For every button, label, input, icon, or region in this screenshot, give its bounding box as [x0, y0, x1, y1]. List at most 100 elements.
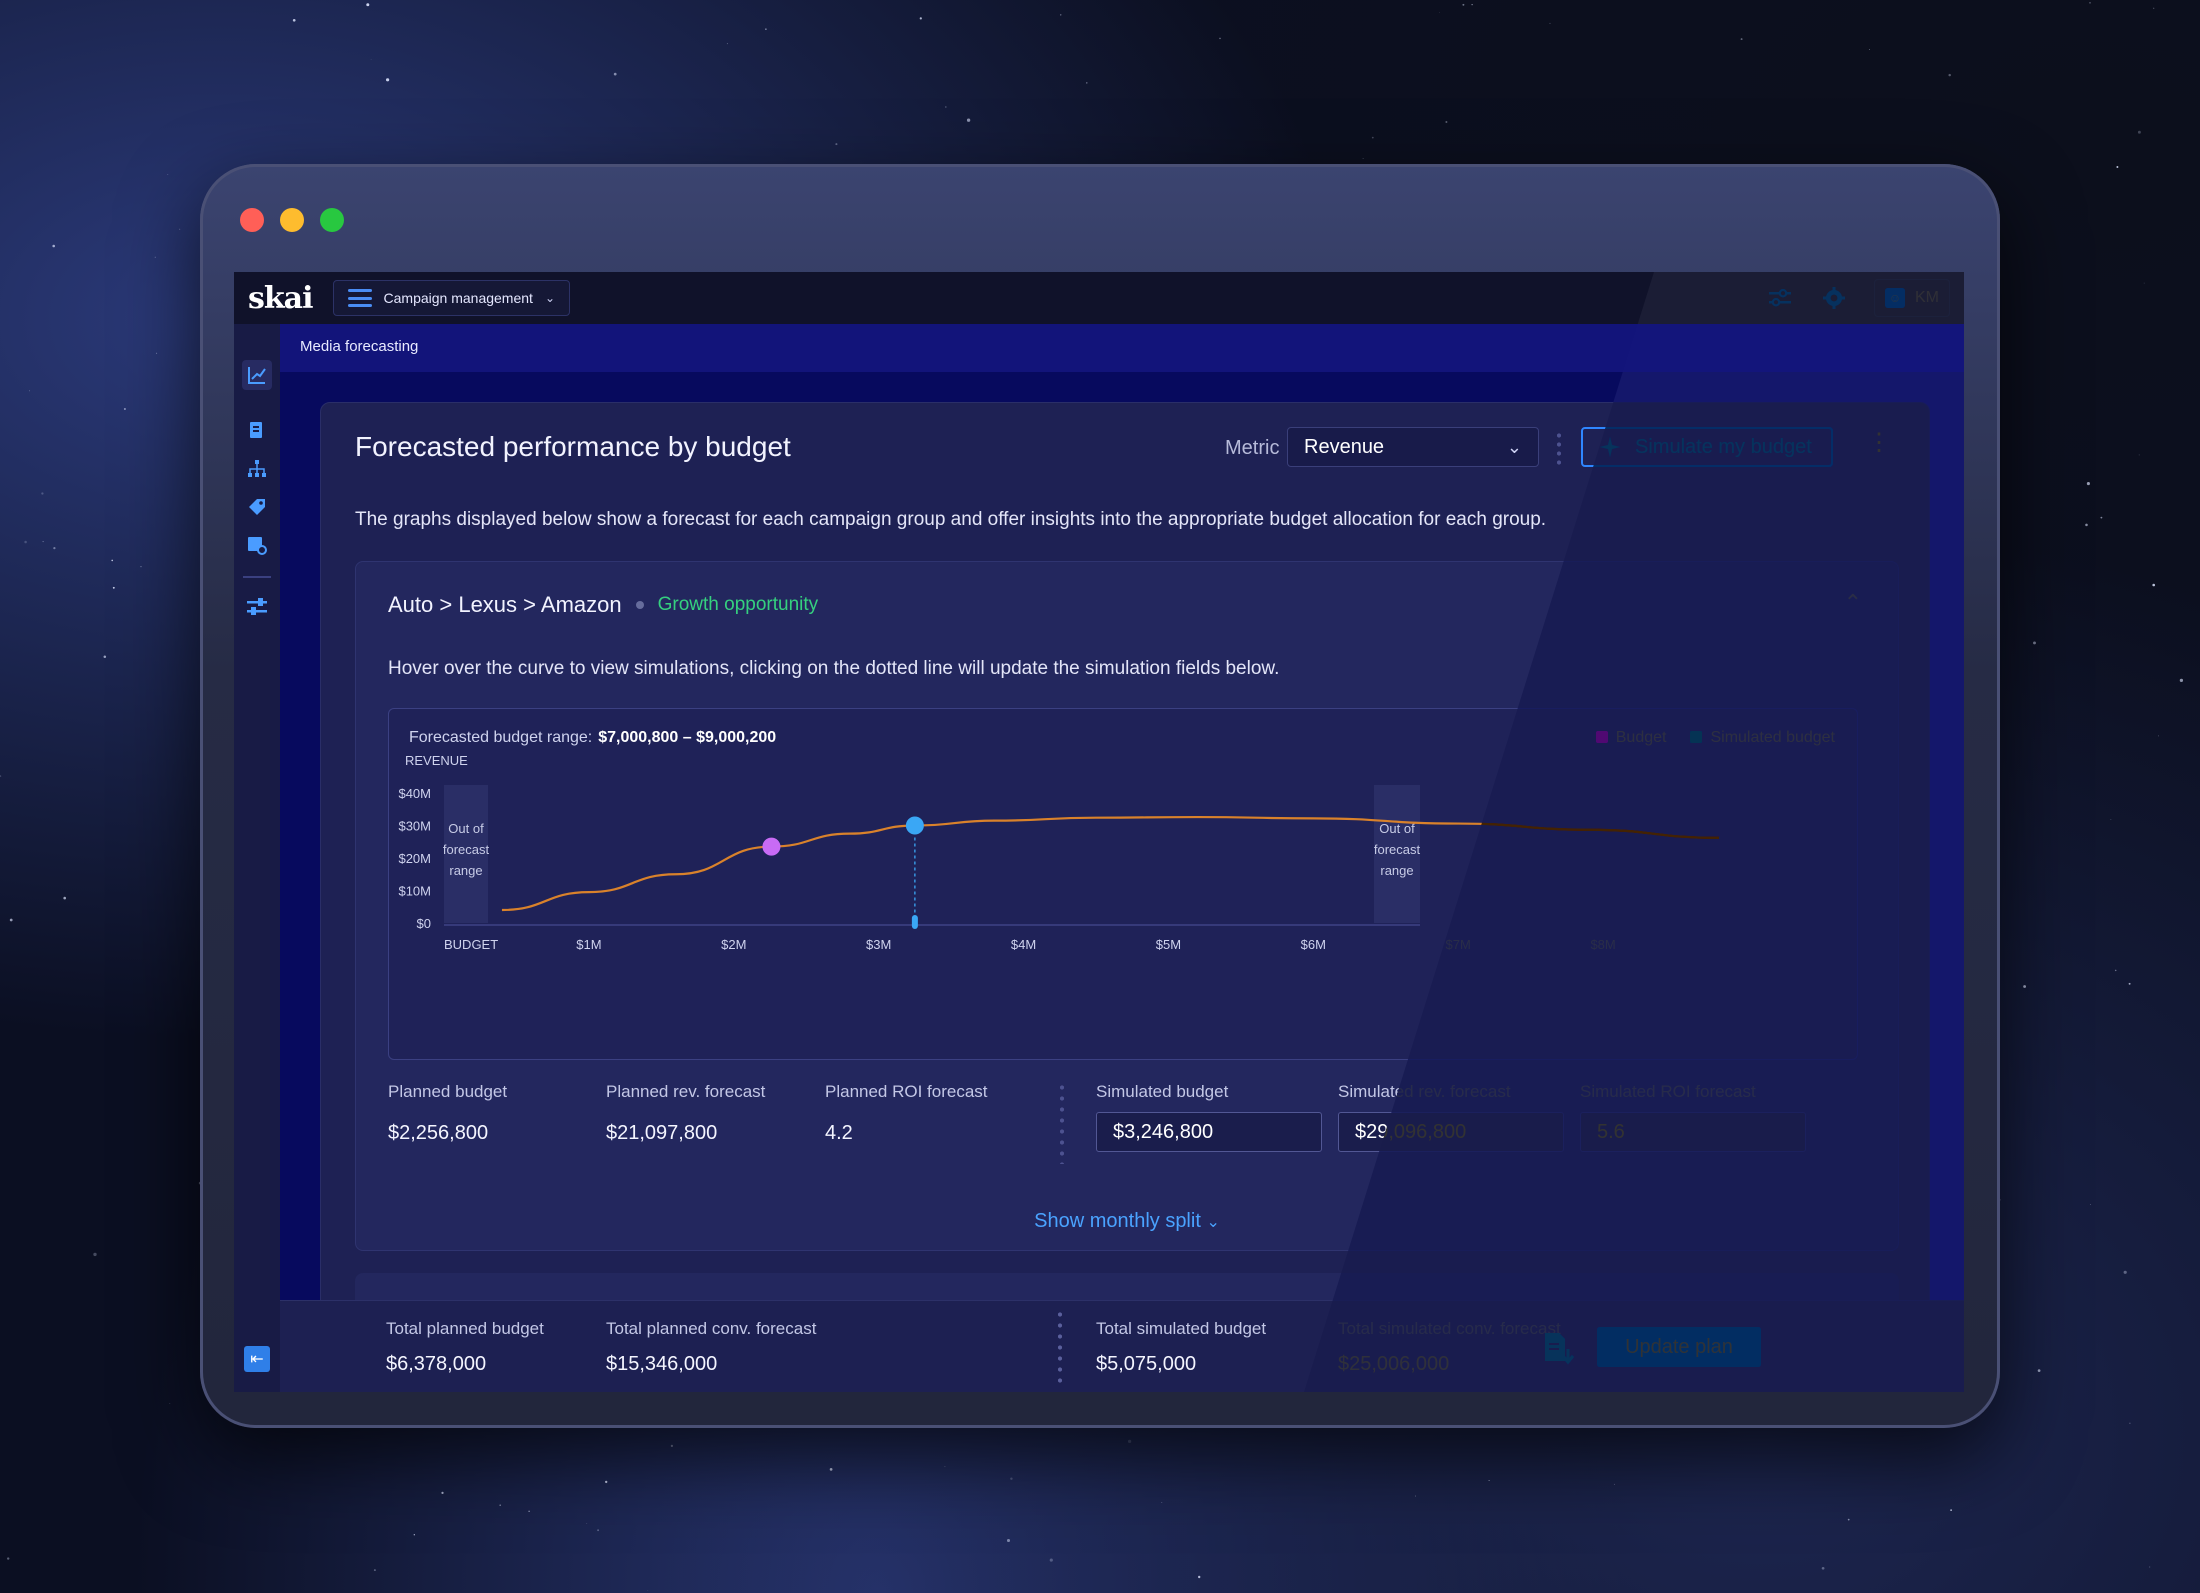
- star: [154, 256, 156, 258]
- total-simulated-conv-value: $25,006,000: [1338, 1353, 1450, 1375]
- x-tick-label: $8M: [1590, 937, 1615, 952]
- minimize-window-button[interactable]: [280, 208, 304, 232]
- chevron-down-icon: ⌄: [1506, 436, 1522, 457]
- star: [2100, 516, 2103, 519]
- show-monthly-split-link[interactable]: Show monthly split ⌄: [356, 1210, 1898, 1233]
- update-plan-button[interactable]: Update plan: [1597, 1327, 1761, 1367]
- out-of-range-label: range: [449, 863, 482, 878]
- user-initials: KM: [1915, 289, 1939, 306]
- star: [156, 352, 158, 354]
- gear-icon[interactable]: [1820, 284, 1848, 312]
- simulate-budget-label: Simulate my budget: [1635, 435, 1812, 458]
- simulate-budget-button[interactable]: Simulate my budget: [1581, 427, 1833, 467]
- star: [1006, 1538, 1011, 1543]
- expand-sidebar-icon[interactable]: ⇤: [244, 1346, 270, 1372]
- total-planned-conv-stat: Total planned conv. forecast $15,346,000: [606, 1319, 816, 1376]
- document-icon[interactable]: [242, 416, 272, 446]
- simulated-rev-field[interactable]: [1338, 1112, 1564, 1152]
- star: [1086, 82, 1088, 84]
- star: [2114, 969, 2117, 972]
- star: [2152, 583, 2156, 587]
- metric-value: Revenue: [1304, 435, 1385, 458]
- star: [1488, 1479, 1490, 1482]
- separator-dot: [635, 601, 644, 609]
- tag-icon[interactable]: [242, 492, 272, 522]
- top-bar: skai Campaign management ⌄ ☺ KM: [234, 272, 1964, 324]
- x-tick-label: $5M: [1156, 937, 1181, 952]
- simulated-roi-field[interactable]: [1580, 1112, 1806, 1152]
- simulated-rev-label: Simulated rev. forecast: [1338, 1082, 1511, 1101]
- star: [726, 43, 728, 45]
- sliders-icon[interactable]: [242, 592, 272, 622]
- star: [1462, 3, 1465, 6]
- out-of-range-label: forecast: [443, 842, 490, 857]
- breadcrumb: Media forecasting: [280, 324, 1964, 372]
- y-axis-label: REVENUE: [405, 753, 468, 768]
- star: [597, 1529, 600, 1532]
- star: [2123, 1270, 2127, 1274]
- star: [93, 1252, 97, 1257]
- total-planned-conv-label: Total planned conv. forecast: [606, 1319, 817, 1338]
- maximize-window-button[interactable]: [320, 208, 344, 232]
- device-frame: skai Campaign management ⌄ ☺ KM ⇤ Media …: [200, 164, 2000, 1428]
- forecast-chart[interactable]: Forecasted budget range: $7,000,800 – $9,…: [388, 708, 1858, 1060]
- more-options-icon[interactable]: ⋮: [1867, 431, 1891, 455]
- star: [586, 1523, 588, 1524]
- star: [1613, 1483, 1615, 1485]
- star: [63, 896, 66, 900]
- report-icon[interactable]: [242, 530, 272, 560]
- planned-budget-label: Planned budget: [388, 1082, 508, 1101]
- planned-rev-stat: Planned rev. forecast $21,097,800: [606, 1082, 765, 1145]
- star: [292, 18, 296, 22]
- star: [2148, 1566, 2151, 1568]
- star: [112, 586, 115, 589]
- star: [52, 244, 55, 248]
- star: [829, 1468, 833, 1471]
- hierarchy-icon[interactable]: [242, 454, 272, 484]
- total-simulated-conv-stat: Total simulated conv. forecast $25,006,0…: [1338, 1319, 1561, 1376]
- star: [24, 540, 27, 544]
- star: [2089, 2, 2091, 4]
- star: [1060, 14, 1062, 16]
- star: [1549, 22, 1551, 24]
- star: [1371, 136, 1374, 139]
- x-axis-label: BUDGET: [444, 937, 498, 952]
- sliders-icon[interactable]: [1766, 284, 1794, 312]
- total-planned-conv-value: $15,346,000: [606, 1353, 718, 1375]
- star: [528, 1510, 530, 1512]
- star: [441, 1491, 444, 1495]
- star: [499, 1504, 502, 1506]
- hamburger-icon: [347, 289, 372, 307]
- close-window-button[interactable]: [240, 208, 264, 232]
- user-menu-button[interactable]: ☺ KM: [1874, 279, 1950, 317]
- app-menu-button[interactable]: Campaign management ⌄: [332, 280, 570, 316]
- total-planned-budget-stat: Total planned budget $6,378,000: [386, 1319, 544, 1376]
- star: [1445, 121, 1448, 123]
- star: [2033, 641, 2036, 645]
- metric-label: Metric: [1225, 437, 1280, 459]
- forecast-chart-icon[interactable]: [242, 360, 272, 390]
- star: [945, 106, 947, 108]
- status-badge: Growth opportunity: [657, 594, 819, 615]
- x-tick-label: $4M: [1011, 937, 1036, 952]
- simulated-budget-field[interactable]: [1096, 1112, 1322, 1152]
- star: [9, 918, 13, 922]
- planned-roi-value: 4.2: [825, 1122, 853, 1144]
- forecast-curve: [501, 815, 1720, 912]
- star: [169, 1403, 171, 1405]
- export-document-icon[interactable]: [1542, 1331, 1575, 1373]
- x-tick-label: $2M: [721, 937, 746, 952]
- star: [123, 408, 126, 410]
- metric-select[interactable]: Revenue ⌄: [1287, 427, 1539, 467]
- star: [670, 1444, 674, 1448]
- star: [1847, 1518, 1850, 1521]
- star: [413, 1534, 415, 1536]
- planned-roi-label: Planned ROI forecast: [825, 1082, 988, 1101]
- chevron-down-icon: ⌄: [544, 291, 555, 305]
- main-content: Forecasted performance by budget Metric …: [280, 372, 1964, 1392]
- star: [1362, 157, 1364, 159]
- x-tick-label: $3M: [866, 937, 891, 952]
- chevron-up-icon[interactable]: ⌃: [1844, 590, 1862, 616]
- star: [370, 59, 372, 61]
- forecast-chart-plot[interactable]: REVENUE $40M $30M $20M $10M $0 BUDGET $1M $2M $3M…: [389, 709, 1859, 1061]
